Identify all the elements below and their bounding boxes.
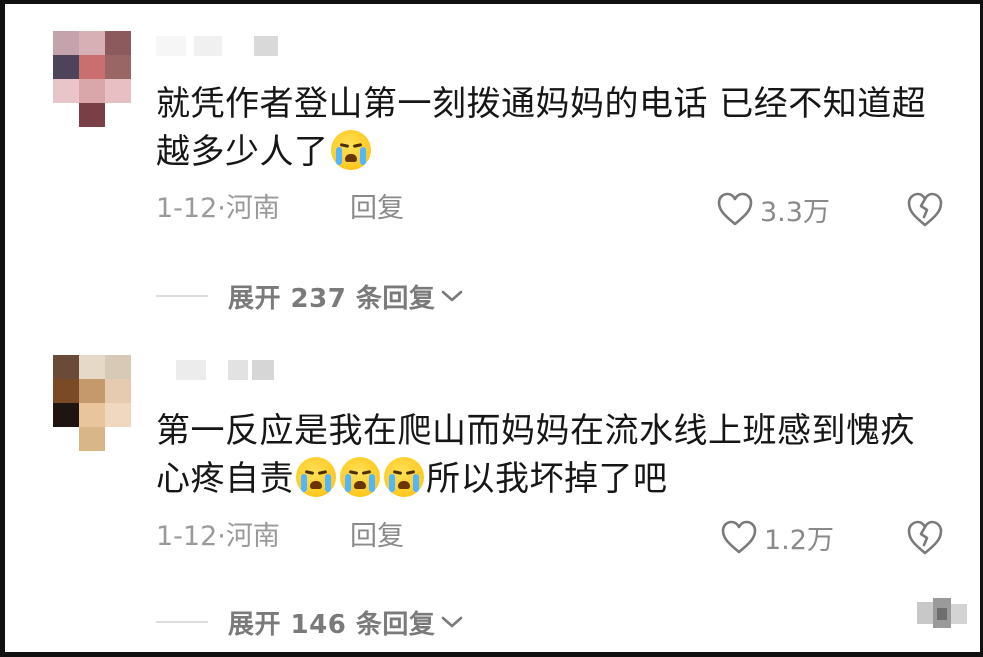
avatar[interactable]: [53, 355, 131, 451]
like-button[interactable]: 1.2万: [720, 517, 834, 557]
expand-replies-label: 展开 146 条回复: [228, 609, 436, 640]
comment-text: 就凭作者登山第一刻拨通妈妈的电话 已经不知道超越多少人了: [156, 84, 927, 172]
dislike-button[interactable]: [905, 190, 945, 230]
loudly-crying-face-icon: [296, 457, 336, 497]
chevron-down-icon: [442, 616, 463, 628]
username-blurred[interactable]: [156, 36, 286, 56]
date-location: 1-12·河南: [156, 193, 280, 224]
heart-outline-icon: [717, 192, 753, 226]
reply-button[interactable]: 回复: [350, 520, 404, 554]
reply-button[interactable]: 回复: [350, 192, 404, 226]
chevron-down-icon: [442, 290, 463, 302]
heart-outline-icon: [721, 520, 757, 554]
loudly-crying-face-icon: [330, 130, 371, 170]
avatar[interactable]: [53, 31, 131, 127]
loudly-crying-face-icon: [340, 457, 380, 497]
date-location: 1-12·河南: [156, 521, 280, 552]
broken-heart-icon: [907, 192, 943, 227]
expand-replies-label: 展开 237 条回复: [228, 283, 436, 314]
like-button[interactable]: 3.3万: [716, 189, 830, 229]
like-count: 1.2万: [764, 524, 834, 556]
expand-replies-button[interactable]: 展开 146 条回复: [156, 604, 463, 640]
divider-line: [156, 295, 208, 297]
watermark-blurred: [913, 594, 973, 634]
comment-text: 第一反应是我在爬山而妈妈在流水线上班感到愧疚心疼自责 所以我坏掉了吧: [156, 411, 915, 499]
broken-heart-icon: [907, 520, 943, 555]
screenshot-frame: 就凭作者登山第一刻拨通妈妈的电话 已经不知道超越多少人了 1-12·河南 回复 …: [0, 0, 983, 657]
divider-line: [156, 621, 208, 623]
dislike-button[interactable]: [905, 518, 945, 558]
comment-list: 就凭作者登山第一刻拨通妈妈的电话 已经不知道超越多少人了 1-12·河南 回复 …: [5, 4, 980, 652]
loudly-crying-face-icon: [384, 457, 424, 497]
username-blurred[interactable]: [156, 360, 286, 380]
like-count: 3.3万: [760, 196, 830, 228]
expand-replies-button[interactable]: 展开 237 条回复: [156, 278, 463, 314]
